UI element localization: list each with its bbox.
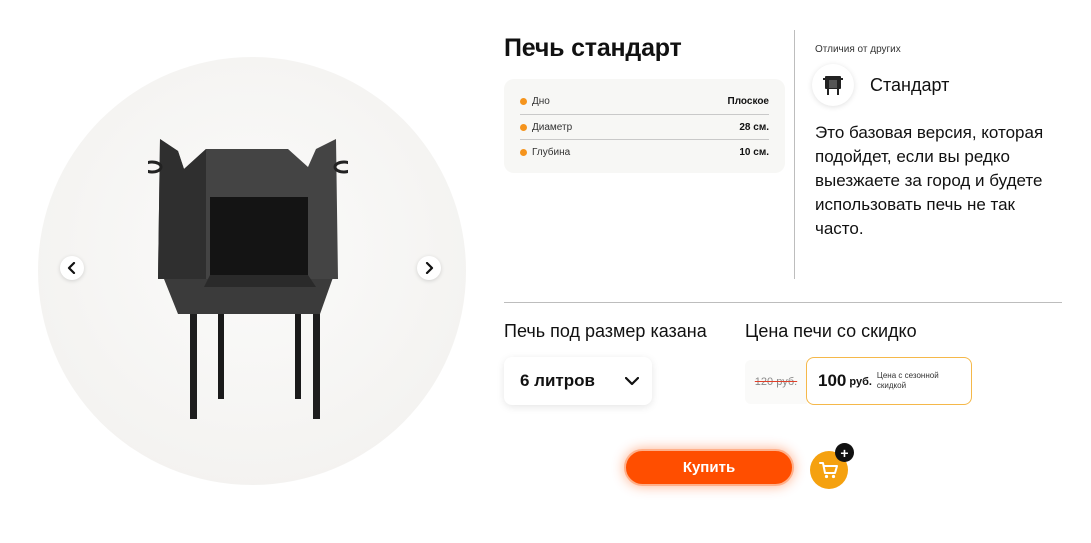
bullet-dot-icon (520, 148, 527, 156)
bullet-dot-icon (520, 98, 527, 105)
bullet-dot-icon (520, 123, 527, 131)
chevron-down-icon (612, 376, 652, 386)
variant-name: Стандарт (870, 75, 950, 95)
horizontal-divider (504, 302, 1062, 303)
size-select[interactable]: 6 литров (504, 357, 652, 405)
buy-button[interactable]: Купить (624, 449, 794, 486)
price-label: Цена печи со скидко (745, 321, 917, 341)
chevron-left-icon (67, 262, 76, 274)
new-price-amount: 100 (818, 371, 847, 390)
chevron-right-icon (425, 262, 434, 274)
vertical-divider (794, 30, 795, 279)
product-image (148, 139, 348, 419)
cart-icon (819, 462, 838, 479)
size-selected-value: 6 литров (520, 371, 595, 390)
spec-name: Глубина (532, 146, 571, 158)
old-price-value: 120 руб. (754, 376, 798, 388)
new-price-currency: руб. (849, 376, 872, 388)
spec-row: Глубина 10 см. (520, 139, 769, 164)
spec-value: 10 см. (739, 146, 769, 158)
gallery-prev-button[interactable] (60, 256, 84, 280)
product-gallery (38, 57, 466, 485)
spec-name: Диаметр (532, 121, 573, 133)
variant-badge (812, 64, 854, 106)
old-price: 120 руб. (745, 360, 807, 404)
variant-description: Это базовая версия, которая подойдет, ес… (815, 123, 1044, 238)
discount-note: Цена с сезонной скидкой (876, 371, 939, 390)
size-label: Печь под размер казана (504, 321, 707, 341)
spec-row: Дно Плоское (520, 89, 769, 114)
product-title: Печь стандарт (504, 34, 682, 62)
spec-name: Дно (532, 96, 550, 107)
gallery-next-button[interactable] (417, 256, 441, 280)
stove-icon (823, 76, 843, 95)
spec-value: 28 см. (739, 121, 769, 133)
difference-caption: Отличия от других (815, 44, 901, 55)
spec-value: Плоское (727, 96, 770, 107)
new-price: 100 руб. Цена с сезонной скидкой (806, 357, 972, 405)
specs-table: Дно Плоское Диаметр 28 см. Глубина 10 см… (504, 79, 785, 173)
plus-icon[interactable]: + (835, 443, 854, 462)
spec-row: Диаметр 28 см. (520, 114, 769, 139)
